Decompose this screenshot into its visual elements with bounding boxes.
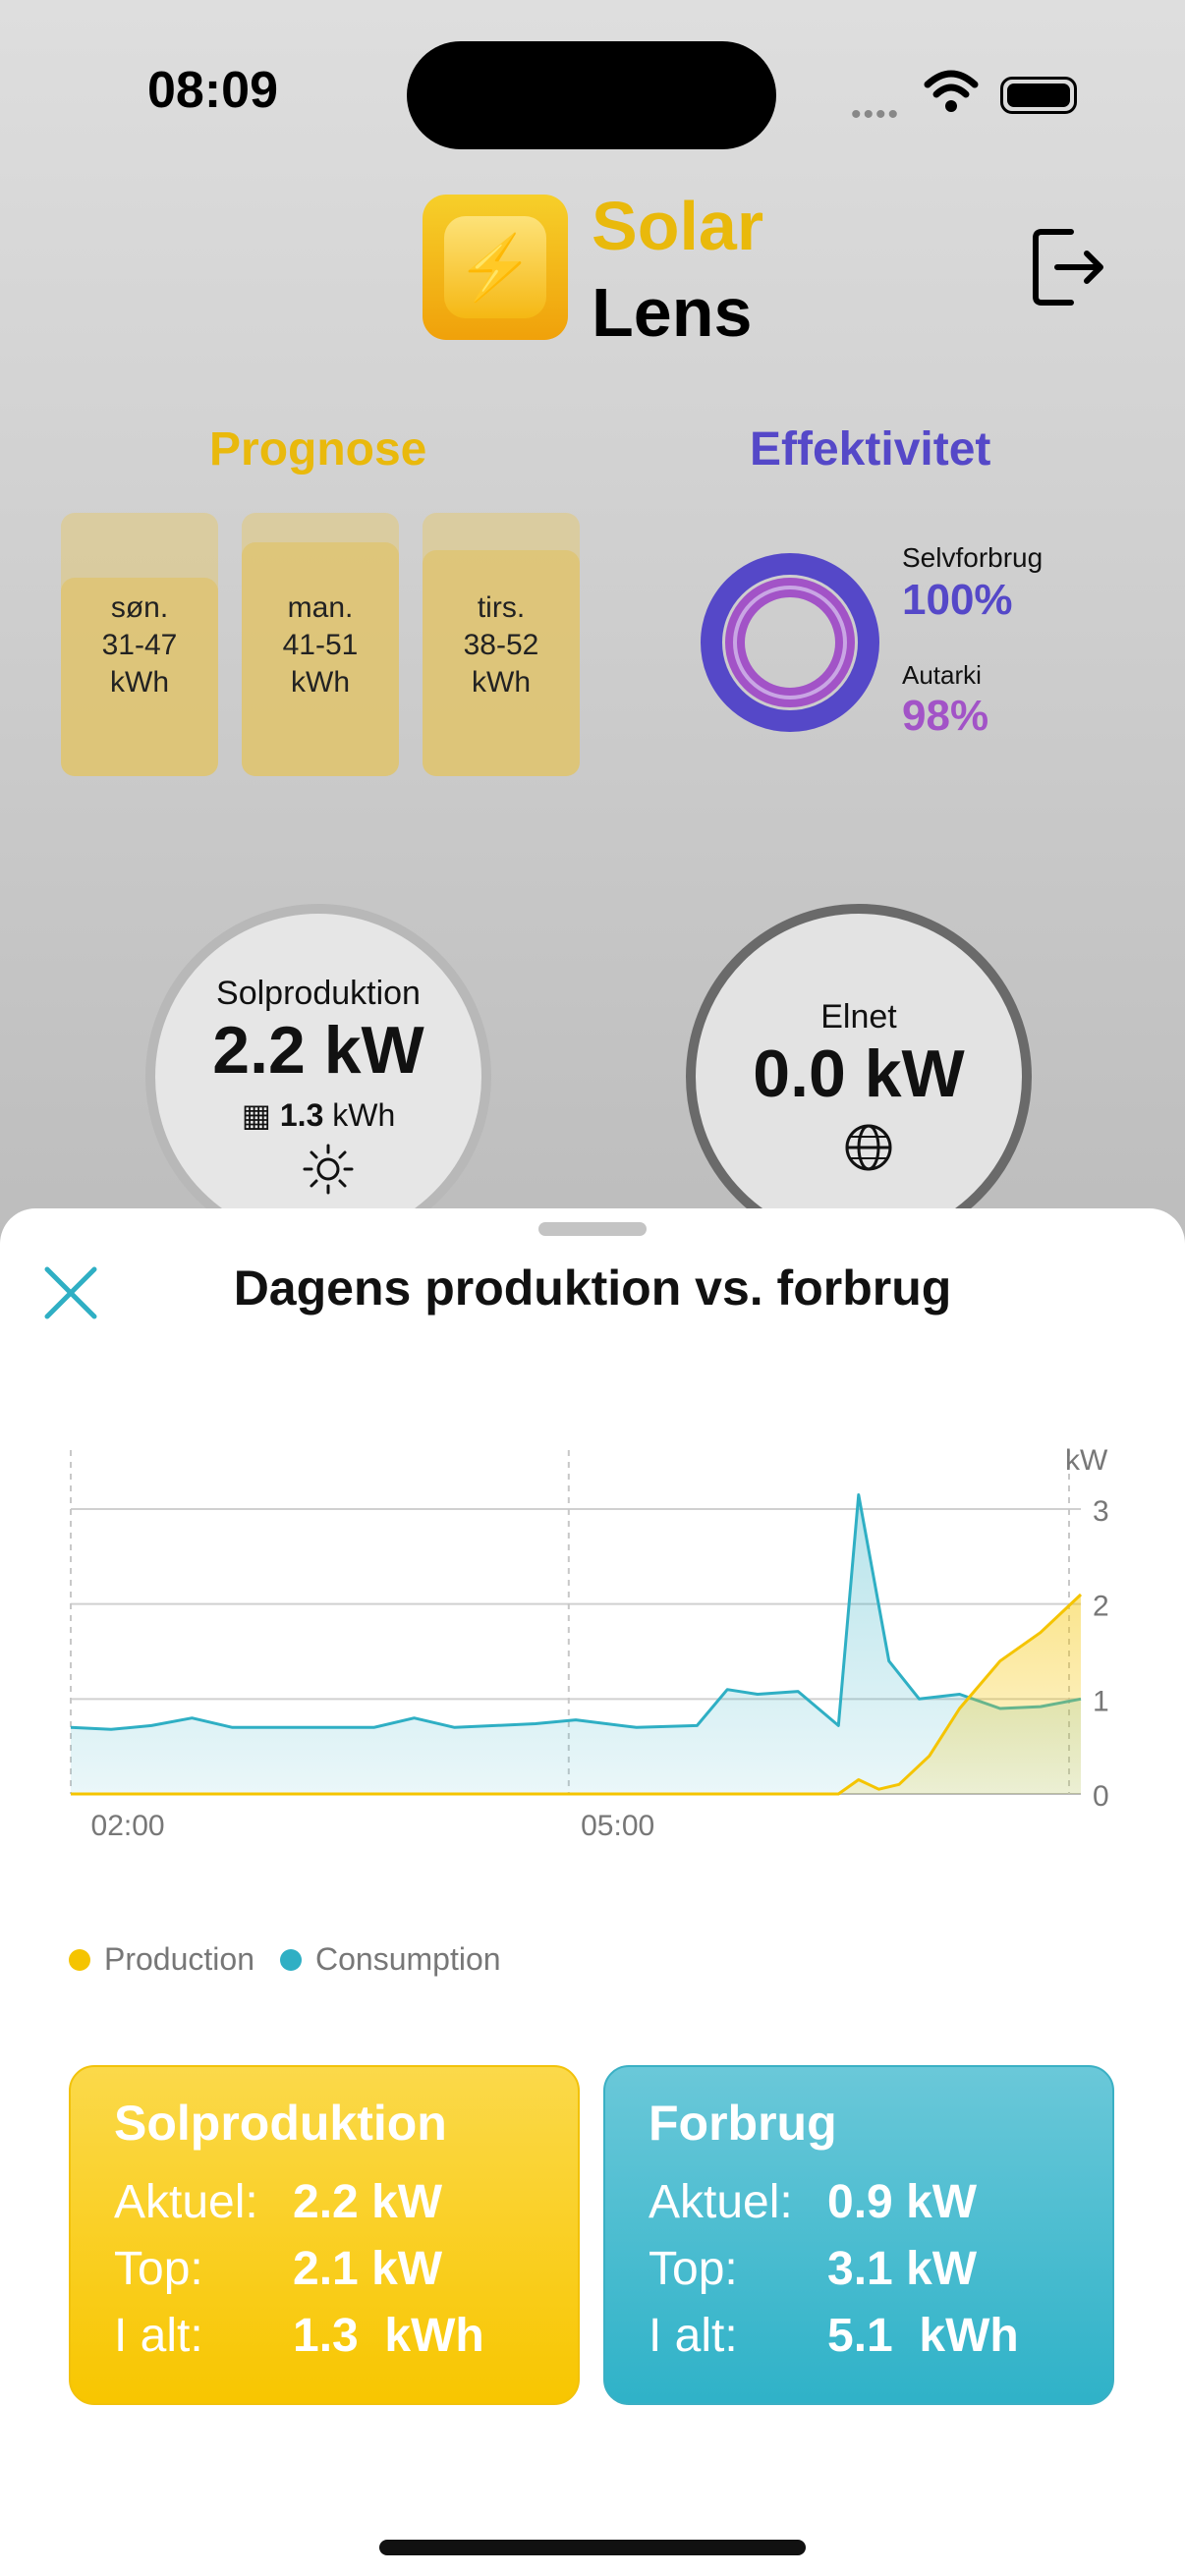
solar-summary-card: Solproduktion Aktuel: 2.2 kW Top: 2.1 kW I… [69,2065,580,2405]
signal-icon: •••• [851,98,901,131]
solar-total: 1.3 kWh [293,2310,484,2362]
wifi-icon [924,70,979,112]
production-legend-dot [69,1948,90,1971]
consumption-current: 0.9 kW [827,2176,978,2228]
grid-gauge-label: Elnet [820,998,897,1036]
app-logo: ⚡ [423,195,568,340]
home-indicator[interactable] [379,2540,806,2555]
solar-gauge-value: 2.2 kW [212,1013,424,1088]
x-tick-label: 02:00 [91,1810,165,1842]
y-tick-label: 0 [1093,1780,1109,1813]
lightning-icon: ⚡ [444,216,546,318]
dynamic-island [407,41,776,149]
sheet-title: Dagens produktion vs. forbrug [233,1260,952,1316]
consumption-card-title: Forbrug [649,2096,837,2151]
sun-icon [303,1144,354,1195]
globe-icon [845,1124,892,1171]
production-consumption-chart: 3 2 1 0 kW 02:00 05:00 [70,1444,1109,1842]
prognose-title: Prognose [209,423,427,476]
app-name-line2: Lens [592,274,753,351]
autarky-label: Autarki [902,660,982,690]
consumption-peak: 3.1 kW [827,2243,978,2295]
solar-current: 2.2 kW [293,2176,443,2228]
consumption-line [70,1493,1082,1731]
solar-peak: 2.1 kW [293,2243,443,2295]
y-tick-label: 1 [1093,1685,1109,1717]
forecast-card[interactable]: tirs. 38-52 kWh [423,513,580,776]
battery-icon [1000,77,1077,114]
logout-icon[interactable] [1032,226,1106,308]
consumption-summary-card: Forbrug Aktuel: 0.9 kW Top: 3.1 kW I alt: 5… [603,2065,1114,2405]
y-tick-label: 2 [1093,1591,1109,1623]
autarky-value: 98% [902,692,989,740]
grid-gauge[interactable]: Elnet 0.0 kW [686,904,1032,1250]
efficiency-ring-chart [701,553,879,732]
efficiency-title: Effektivitet [750,423,991,476]
status-time: 08:09 [147,62,278,119]
chart-legend: Production Consumption [69,1941,501,1978]
solar-card-title: Solproduktion [114,2096,447,2151]
self-consumption-value: 100% [902,576,1013,624]
consumption-legend-dot [279,1948,302,1971]
solar-gauge-label: Solproduktion [216,975,421,1012]
y-tick-label: 3 [1093,1495,1109,1528]
solar-energy-unit: kWh [332,1097,396,1133]
solar-production-gauge[interactable]: Solproduktion 2.2 kW ▦ 1.3 kWh [145,904,491,1250]
self-consumption-label: Selvforbrug [902,542,1044,573]
grid-gauge-value: 0.0 kW [753,1036,965,1111]
y-unit-label: kW [1065,1444,1108,1477]
sheet-grabber[interactable] [538,1222,647,1236]
app-name-line1: Solar [592,188,764,264]
legend-production: Production [104,1941,254,1977]
solar-energy-today: 1.3 [279,1097,324,1133]
x-tick-label: 05:00 [581,1810,654,1842]
chart-sheet: Dagens produktion vs. forbrug 3 2 1 0 kW 02:0… [0,1208,1185,2576]
status-bar: 08:09 •••• [0,0,1185,196]
consumption-total: 5.1 kWh [827,2310,1019,2362]
consumption-area [71,1494,1081,1794]
legend-consumption: Consumption [314,1941,501,1977]
calendar-icon: ▦ [241,1097,271,1133]
forecast-card[interactable]: man. 41-51 kWh [242,513,399,776]
forecast-card[interactable]: søn. 31-47 kWh [61,513,218,776]
